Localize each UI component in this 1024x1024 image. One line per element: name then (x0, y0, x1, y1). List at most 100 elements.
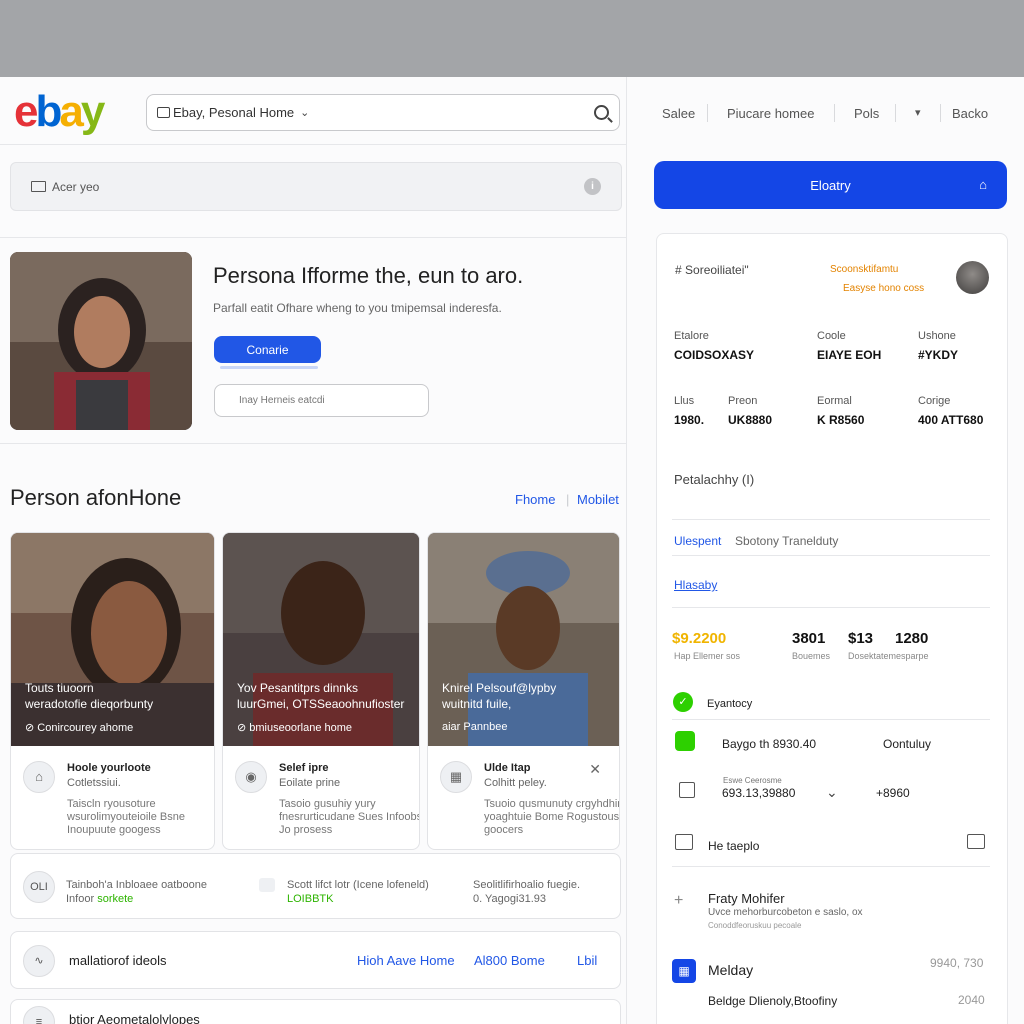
hero-title: Persona Ifforme the, eun to aro. (213, 263, 524, 288)
partial-row-title: btior Aeometalolylopes (69, 1012, 200, 1024)
metric-label: Dosektatemesparpe (848, 651, 929, 661)
divider (0, 443, 626, 444)
metric-label: Hap Ellemer sos (674, 651, 741, 661)
primary-action-label: Eloatry (810, 177, 851, 193)
stat-label: Preon (728, 395, 758, 407)
close-icon[interactable]: ✕ (589, 761, 601, 778)
partial-row: ≡ btior Aeometalolylopes (10, 999, 621, 1024)
hero-input[interactable] (214, 384, 429, 417)
card-name: Ulde Itap (484, 762, 531, 774)
section-link-home[interactable]: Fhome (515, 492, 555, 507)
hero-profile-photo (10, 252, 192, 430)
bottom-line: Beldge Dlienoly,Btoofiny (708, 994, 838, 1008)
info-col1-green: sorkete (97, 893, 134, 905)
card-item[interactable]: Yov Pesantitprs dinnks luurGmei, OTSSeao… (222, 532, 420, 850)
card-overlay-subtitle: wuitnitd fuile, (442, 697, 512, 711)
divider (672, 866, 990, 867)
check-icon: ✓ (673, 692, 693, 712)
primary-action-button[interactable]: Eloatry ⌂ (654, 161, 1007, 209)
amount-caption: Eswe Ceerosme (723, 776, 782, 785)
search-icon[interactable] (594, 105, 609, 120)
card-description: Tasoio gusuhiy yury fnesrurticudane Sues… (279, 798, 420, 836)
toggle-icon[interactable] (675, 731, 695, 751)
browser-top-strip (0, 0, 1024, 77)
card-name: Selef ipre (279, 762, 329, 774)
info-col3-line2: 0. Yagogi31.93 (473, 893, 546, 905)
window-icon[interactable] (967, 834, 985, 849)
link-has[interactable]: Hlasaby (674, 578, 717, 592)
card-item[interactable]: Knirel Pelsouf@lypby wuitnitd fuile, aia… (427, 532, 620, 850)
ebay-logo[interactable]: ebay (14, 88, 105, 136)
tab-other[interactable]: Sbotony Tranelduty (735, 534, 838, 548)
stat-value: UK8880 (728, 413, 773, 427)
nav-link-sale[interactable]: Salee (662, 106, 695, 121)
link-lbil[interactable]: Lbil (577, 953, 597, 968)
card-photo: Touts tiuoorn weradotofie dieqorbunty ⊘ … (11, 533, 214, 746)
nav-separator (895, 104, 896, 122)
metric-value: 1280 (895, 630, 929, 647)
melday-title: Melday (708, 962, 754, 978)
search-bar[interactable]: Ebay, Pesonal Home ⌄ (146, 94, 620, 131)
stat-value: EIAYE EOH (817, 348, 882, 362)
profile-label: # Soreoiliatei" (675, 263, 749, 277)
card-sub: Eoilate prine (279, 777, 341, 789)
hero-subtitle: Parfall eatit Ofhare wheng to you tmipem… (213, 301, 502, 315)
divider (672, 607, 990, 608)
info-col2-line1: Scott lifct lotr (Icene lofeneld) (287, 879, 429, 891)
nav-link-purchase-home[interactable]: Piucare homee (727, 106, 814, 121)
stat-value: 400 ATT680 (918, 413, 984, 427)
entry-title: Fraty Mohifer (708, 891, 785, 906)
doc-icon (259, 878, 275, 892)
account-bar[interactable]: Acer yeo i (10, 162, 622, 211)
card-overlay-link[interactable]: aiar Pannbee (442, 721, 507, 733)
card-overlay-title: Yov Pesantitprs dinnks (237, 681, 358, 695)
section-link-mobile[interactable]: Mobilet (577, 492, 619, 507)
divider (672, 555, 990, 556)
card-description: Tsuoio qusmunuty crgyhdhing yoaghtuie Bo… (484, 798, 620, 836)
card-overlay-link[interactable]: ⊘ bmiuseoorlane home (237, 721, 352, 734)
monitor-icon (157, 107, 170, 118)
card-description: Taiscln ryousoture wsurolimyouteioile Bs… (67, 798, 185, 836)
divider (672, 719, 990, 720)
link-al800-bome[interactable]: Al800 Bome (474, 953, 545, 968)
help-label[interactable]: He taeplo (708, 839, 759, 853)
chevron-down-icon[interactable]: ⌄ (300, 106, 309, 119)
nav-link-pols[interactable]: Pols (854, 106, 879, 121)
metric-value: $13 (848, 630, 874, 647)
account-label: Acer yeo (52, 179, 100, 194)
calendar-icon: ▦ (672, 959, 696, 983)
card-overlay-title: Touts tiuoorn (25, 681, 94, 695)
tab-active[interactable]: Ulespent (674, 534, 721, 548)
plus-icon[interactable]: + (674, 892, 683, 910)
checkbox[interactable] (679, 782, 695, 798)
chevron-down-icon[interactable]: ⌄ (826, 784, 838, 801)
info-col1-line2: Infoor sorkete (66, 893, 133, 905)
avatar[interactable] (956, 261, 989, 294)
card-item[interactable]: Touts tiuoorn weradotofie dieqorbunty ⊘ … (10, 532, 215, 850)
links-row-title: mallatiorof ideols (69, 953, 167, 968)
help-icon (675, 834, 693, 850)
amount-right: +8960 (876, 786, 910, 800)
nav-dropdown-icon[interactable]: ▾ (915, 106, 921, 119)
card-photo: Knirel Pelsouf@lypby wuitnitd fuile, aia… (428, 533, 619, 746)
section-title: Person afonHone (10, 485, 182, 510)
camera-icon: ◉ (235, 761, 267, 793)
info-col1-line1: Tainboh'a Inbloaee oatboone (66, 879, 207, 891)
entry-subtitle: Uvce mehorburcobeton e saslo, ox (708, 907, 863, 918)
link-high-save-home[interactable]: Hioh Aave Home (357, 953, 455, 968)
card-sub: Cotletssiui. (67, 777, 121, 789)
chart-icon: ∿ (23, 945, 55, 977)
info-row: OLI Tainboh'a Inbloaee oatboone Infoor s… (10, 853, 621, 919)
card-overlay-link-label: Conircourey ahome (37, 722, 134, 734)
stat-value: COIDSOXASY (674, 348, 755, 362)
stat-label: Llus (674, 395, 695, 407)
grid-icon: ▦ (440, 761, 472, 793)
stat-label: Eormal (817, 395, 852, 407)
promo-top: Scoonsktifamtu (830, 264, 899, 275)
nav-link-back[interactable]: Backo (952, 106, 988, 121)
info-icon[interactable]: i (584, 178, 601, 195)
stat-value: K R8560 (817, 413, 865, 427)
hero-continue-button[interactable]: Conarie (214, 336, 321, 363)
nav-separator (940, 104, 941, 122)
card-overlay-link[interactable]: ⊘ Conircourey ahome (25, 721, 133, 734)
